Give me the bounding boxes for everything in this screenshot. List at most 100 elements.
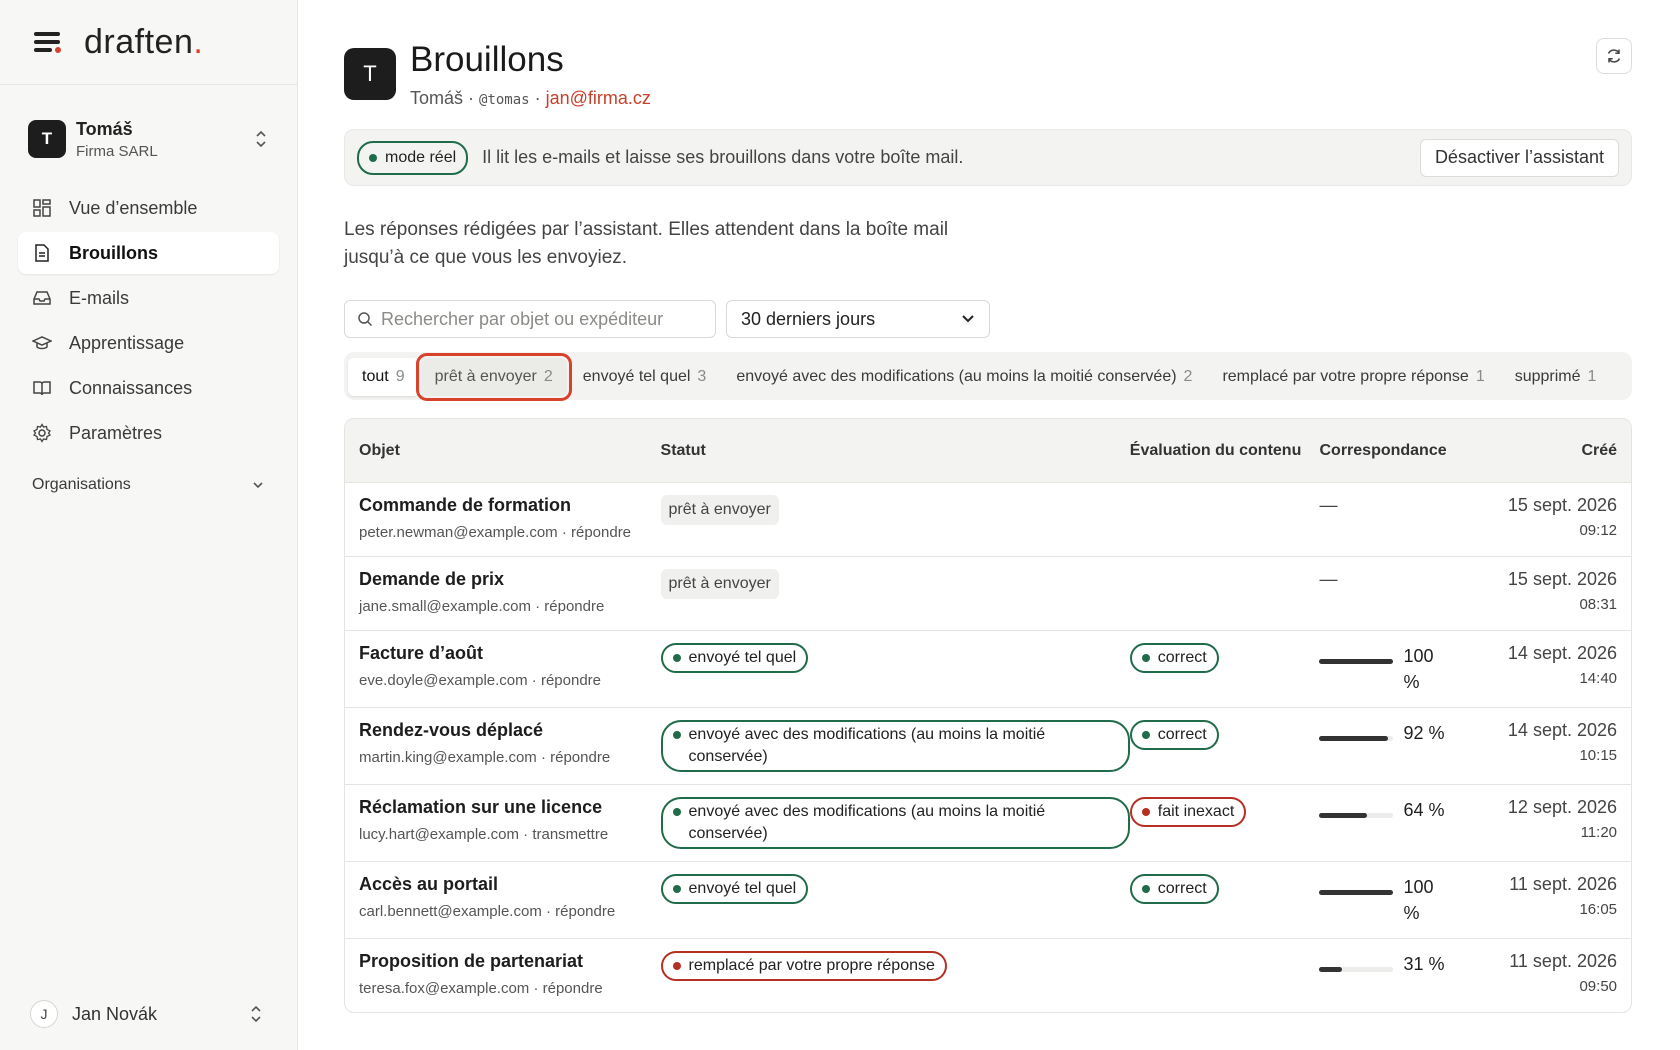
account-avatar: T — [28, 120, 66, 158]
table-row[interactable]: Accès au portail carl.bennett@example.com… — [345, 862, 1631, 939]
logo[interactable]: draften. — [84, 23, 203, 62]
match-bar — [1319, 890, 1394, 895]
chevron-updown-icon — [253, 129, 269, 149]
status-dot — [1141, 654, 1150, 662]
table-row[interactable]: Commande de formation peter.newman@exampl… — [345, 483, 1631, 557]
match-value: 92 % — [1403, 723, 1445, 743]
created-time: 14:40 — [1579, 670, 1618, 687]
created-time: 09:12 — [1579, 522, 1618, 539]
sidebar-item-emails[interactable]: E-mails — [18, 277, 279, 319]
match-indicator: 31 % — [1319, 951, 1487, 977]
tab-sent-as-is[interactable]: envoyé tel quel 3 — [569, 358, 721, 396]
col-status[interactable]: Statut — [655, 442, 1130, 460]
status-dot — [672, 885, 681, 893]
status-dot — [1141, 885, 1150, 893]
draft-sender: lucy.hart@example.com · transmettre — [359, 826, 609, 843]
created-date: 14 sept. 2026 — [1507, 720, 1618, 740]
col-created[interactable]: Créé — [1487, 442, 1631, 460]
col-evaluation[interactable]: Évaluation du contenu — [1130, 442, 1320, 460]
table-row[interactable]: Réclamation sur une licence lucy.hart@exa… — [345, 785, 1631, 862]
draft-subject[interactable]: Réclamation sur une licence — [359, 797, 655, 818]
table-row[interactable]: Demande de prix jane.small@example.com · … — [345, 557, 1631, 631]
match-bar — [1319, 736, 1394, 741]
created-time: 10:15 — [1579, 747, 1618, 764]
user-menu[interactable]: J Jan Novák — [30, 1000, 263, 1028]
status-dot — [1141, 731, 1150, 739]
status-badge: remplacé par votre propre réponse — [660, 951, 947, 981]
status-dot — [672, 654, 681, 662]
draft-subject[interactable]: Demande de prix — [359, 569, 655, 590]
tab-replaced[interactable]: remplacé par votre propre réponse 1 — [1208, 358, 1498, 396]
match-empty: — — [1319, 495, 1338, 515]
menu-icon[interactable] — [34, 31, 61, 53]
draft-sender: eve.doyle@example.com · répondre — [359, 672, 602, 689]
filters: 30 derniers jours — [344, 300, 1632, 338]
page-header: T Brouillons Tomáš · @tomas · jan@firma.… — [344, 40, 1632, 109]
match-value: 100 % — [1403, 646, 1434, 692]
status-dot — [672, 731, 681, 739]
search-input[interactable] — [381, 308, 701, 330]
drafts-table: Objet Statut Évaluation du contenu Corre… — [344, 418, 1632, 1013]
book-icon — [33, 381, 51, 396]
organisations-toggle[interactable]: Organisations — [0, 476, 297, 494]
tab-all[interactable]: tout 9 — [348, 358, 419, 396]
created-date: 14 sept. 2026 — [1507, 643, 1618, 663]
match-value: 31 % — [1403, 954, 1445, 974]
mode-badge: mode réel — [357, 140, 469, 175]
match-indicator: 100 % — [1319, 643, 1487, 695]
col-match[interactable]: Correspondance — [1319, 442, 1487, 460]
period-select[interactable]: 30 derniers jours — [726, 300, 990, 338]
sidebar-item-knowledge[interactable]: Connaissances — [18, 367, 279, 409]
created-date: 11 sept. 2026 — [1509, 951, 1618, 971]
match-bar-fill — [1319, 967, 1343, 972]
draft-sender: jane.small@example.com · répondre — [359, 598, 605, 615]
sidebar-item-overview[interactable]: Vue d’ensemble — [18, 187, 279, 229]
match-bar-fill — [1319, 890, 1394, 895]
sidebar-item-label: Brouillons — [69, 242, 158, 263]
table-row[interactable]: Rendez-vous déplacé martin.king@example.c… — [345, 708, 1631, 785]
sidebar-item-settings[interactable]: Paramètres — [18, 412, 279, 454]
draft-subject[interactable]: Accès au portail — [359, 874, 655, 895]
match-indicator: 92 % — [1319, 720, 1487, 746]
deactivate-assistant-button[interactable]: Désactiver l’assistant — [1419, 138, 1619, 177]
evaluation-badge: fait inexact — [1129, 797, 1247, 827]
col-subject[interactable]: Objet — [345, 442, 655, 460]
created-date: 15 sept. 2026 — [1507, 495, 1618, 515]
match-bar — [1319, 967, 1394, 972]
table-row[interactable]: Facture d’août eve.doyle@example.com · ré… — [345, 631, 1631, 708]
refresh-button[interactable] — [1596, 38, 1632, 74]
tab-sent-with-changes[interactable]: envoyé avec des modifications (au moins … — [722, 358, 1206, 396]
draft-subject[interactable]: Proposition de partenariat — [359, 951, 655, 972]
evaluation-badge: correct — [1129, 643, 1219, 673]
status-badge: envoyé tel quel — [660, 643, 809, 673]
draft-subject[interactable]: Facture d’août — [359, 643, 655, 664]
period-value: 30 derniers jours — [741, 308, 876, 329]
refresh-icon — [1607, 49, 1621, 63]
tab-ready-to-send[interactable]: prêt à envoyer 2 — [415, 353, 572, 401]
table-row[interactable]: Proposition de partenariat teresa.fox@exa… — [345, 939, 1631, 1012]
match-bar-fill — [1319, 659, 1394, 664]
header-email-link[interactable]: jan@firma.cz — [546, 88, 651, 108]
intro-text: Les réponses rédigées par l’assistant. E… — [344, 219, 949, 268]
search-icon — [358, 312, 373, 327]
sidebar: draften. T Tomáš Firma SARL Vue d’ensemb… — [0, 0, 298, 1050]
sidebar-item-label: Paramètres — [69, 422, 163, 443]
sidebar-item-learning[interactable]: Apprentissage — [18, 322, 279, 364]
main-content: T Brouillons Tomáš · @tomas · jan@firma.… — [344, 0, 1632, 1013]
tab-deleted[interactable]: supprimé 1 — [1501, 358, 1611, 396]
graduation-cap-icon — [32, 336, 52, 350]
sidebar-item-label: E-mails — [69, 287, 130, 308]
created-date: 12 sept. 2026 — [1507, 797, 1618, 817]
account-switcher[interactable]: T Tomáš Firma SARL — [0, 117, 297, 161]
search-box[interactable] — [344, 300, 716, 338]
draft-subject[interactable]: Rendez-vous déplacé — [359, 720, 655, 741]
grid-icon — [33, 199, 51, 217]
account-name: Tomáš — [76, 118, 133, 139]
sidebar-item-drafts[interactable]: Brouillons — [18, 232, 279, 274]
gear-icon — [33, 423, 51, 443]
inbox-icon — [33, 291, 51, 305]
status-badge: envoyé avec des modifications (au moins … — [660, 720, 1130, 772]
draft-subject[interactable]: Commande de formation — [359, 495, 655, 516]
match-bar — [1319, 659, 1394, 664]
status-tabs: tout 9 prêt à envoyer 2 envoyé tel quel 3 e… — [344, 352, 1632, 401]
